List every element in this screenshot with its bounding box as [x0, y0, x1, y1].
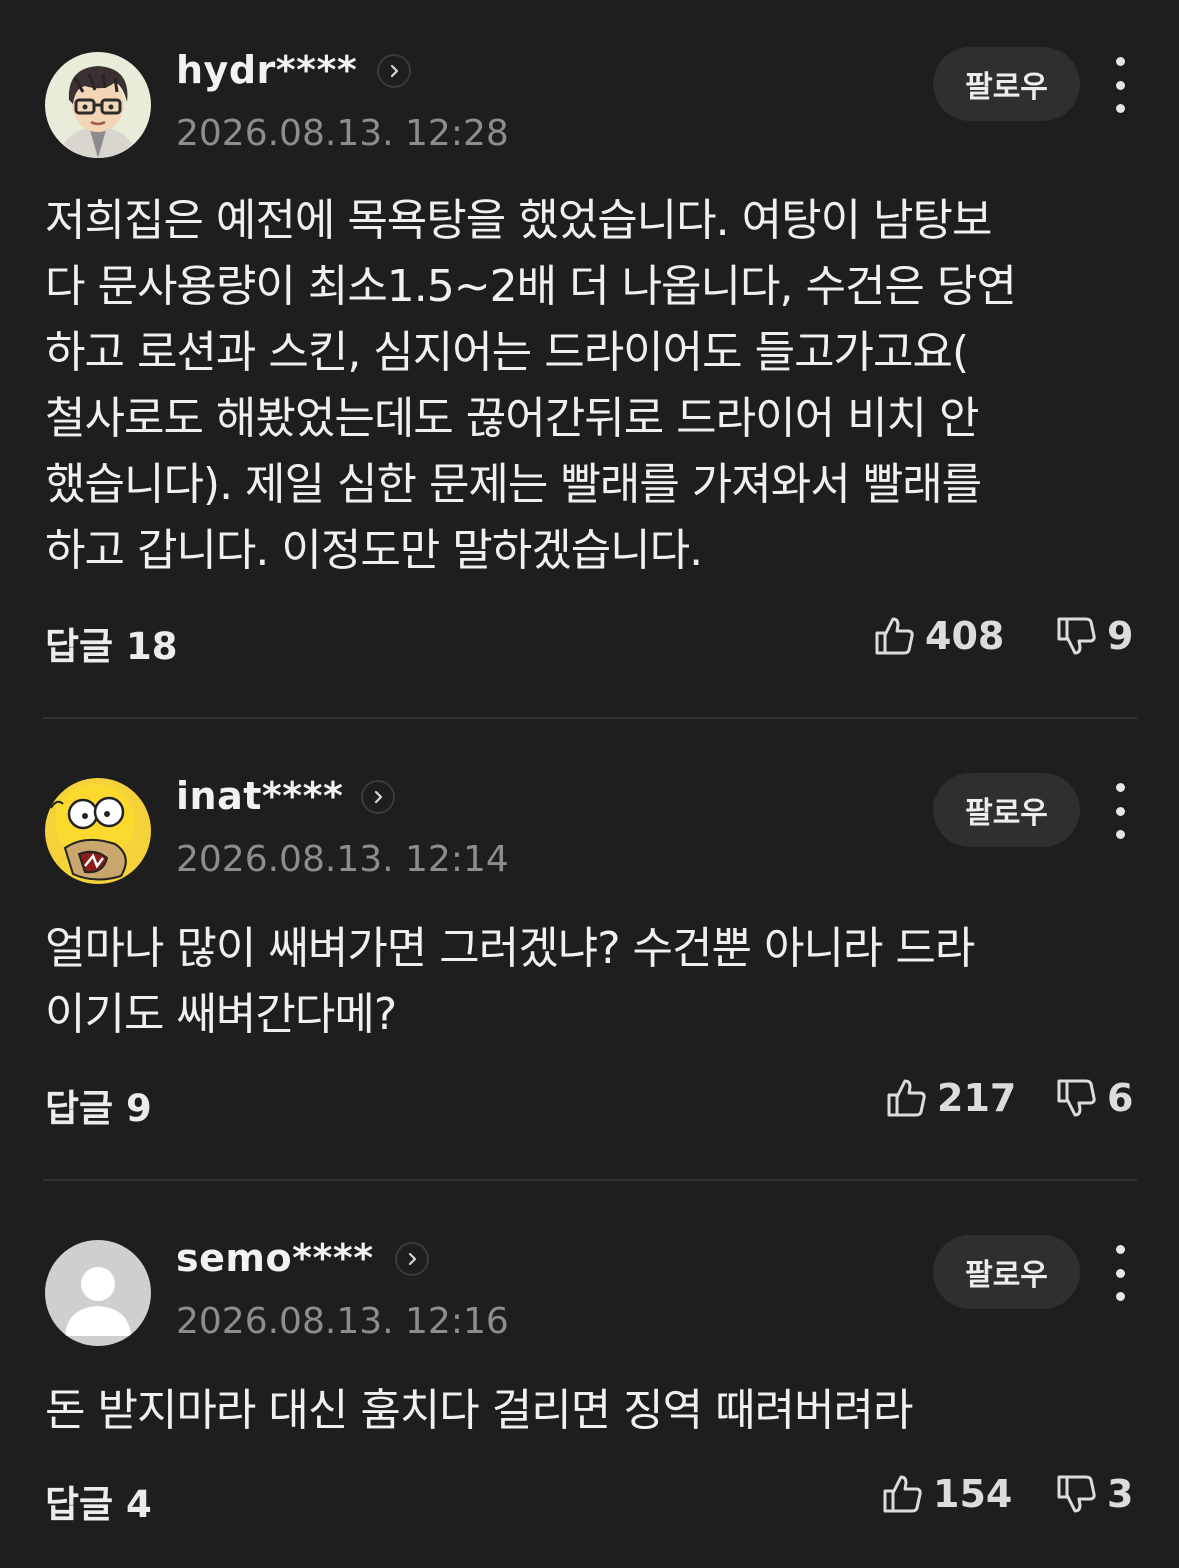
thumbs-down-icon — [1057, 1079, 1096, 1117]
comment-body: 저희집은 예전에 목욕탕을 했었습니다. 여탕이 남탕보 다 문사용량이 최소1… — [45, 195, 1017, 576]
chevron-right-icon — [408, 1252, 417, 1266]
profile-link-button[interactable] — [361, 780, 395, 814]
like-count: 217 — [937, 1076, 1017, 1120]
dislike-button[interactable]: 9 — [1055, 614, 1133, 658]
thumbs-up-icon — [883, 1475, 922, 1513]
like-count: 154 — [933, 1472, 1013, 1516]
username[interactable]: hydr**** — [176, 48, 357, 92]
avatar[interactable] — [45, 1240, 151, 1346]
more-dot — [1115, 806, 1125, 816]
dislike-button[interactable]: 3 — [1055, 1472, 1133, 1516]
timestamp: 2026.08.13. 12:14 — [176, 839, 509, 880]
profile-link-button[interactable] — [377, 54, 411, 88]
thumbs-up-icon — [875, 617, 914, 655]
more-vertical-icon — [1115, 783, 1125, 792]
more-options-button[interactable] — [1106, 783, 1134, 839]
avatar[interactable] — [45, 52, 151, 158]
dislike-count: 6 — [1107, 1076, 1134, 1120]
avatar[interactable] — [45, 778, 151, 884]
follow-button[interactable]: 팔로우 — [933, 773, 1080, 847]
divider — [43, 1179, 1137, 1181]
like-count: 408 — [925, 614, 1005, 658]
more-vertical-icon — [1115, 1245, 1125, 1254]
timestamp: 2026.08.13. 12:28 — [176, 113, 509, 154]
cartoon-character-avatar-icon — [45, 778, 151, 884]
timestamp: 2026.08.13. 12:16 — [176, 1301, 509, 1342]
follow-button[interactable]: 팔로우 — [933, 1235, 1080, 1309]
reply-count-button[interactable]: 답글 9 — [45, 1078, 152, 1132]
more-dot — [1115, 1292, 1125, 1301]
thumbs-down-icon — [1057, 1475, 1096, 1513]
reply-count-button[interactable]: 답글 4 — [45, 1474, 152, 1528]
chevron-right-icon — [374, 790, 383, 804]
comment-body: 얼마나 많이 쌔벼가면 그러겠냐? 수건뿐 아니라 드라 이기도 쌔벼간다메? — [45, 923, 975, 1040]
reply-count-button[interactable]: 답글 18 — [45, 616, 177, 670]
more-dot — [1115, 830, 1125, 839]
thumbs-down-icon — [1057, 617, 1096, 655]
chevron-right-icon — [390, 64, 399, 78]
more-options-button[interactable] — [1106, 1245, 1134, 1301]
divider — [43, 717, 1137, 719]
glasses-man-avatar-icon — [45, 52, 151, 158]
thumbs-up-icon — [887, 1079, 926, 1117]
more-vertical-icon — [1115, 57, 1125, 66]
comment-body: 돈 받지마라 대신 훔치다 걸리면 징역 때려버려라 — [45, 1385, 914, 1436]
like-button[interactable]: 217 — [885, 1076, 1016, 1120]
dislike-count: 9 — [1107, 614, 1134, 658]
default-user-avatar-icon — [45, 1240, 151, 1346]
profile-link-button[interactable] — [395, 1242, 429, 1276]
like-button[interactable]: 154 — [881, 1472, 1012, 1516]
like-button[interactable]: 408 — [873, 614, 1004, 658]
username[interactable]: semo**** — [176, 1236, 374, 1280]
follow-button[interactable]: 팔로우 — [933, 47, 1080, 121]
more-dot — [1115, 80, 1125, 90]
dislike-count: 3 — [1107, 1472, 1134, 1516]
username[interactable]: inat**** — [176, 774, 343, 818]
dislike-button[interactable]: 6 — [1055, 1076, 1133, 1120]
more-options-button[interactable] — [1106, 57, 1134, 113]
more-dot — [1115, 104, 1125, 113]
more-dot — [1115, 1268, 1125, 1278]
